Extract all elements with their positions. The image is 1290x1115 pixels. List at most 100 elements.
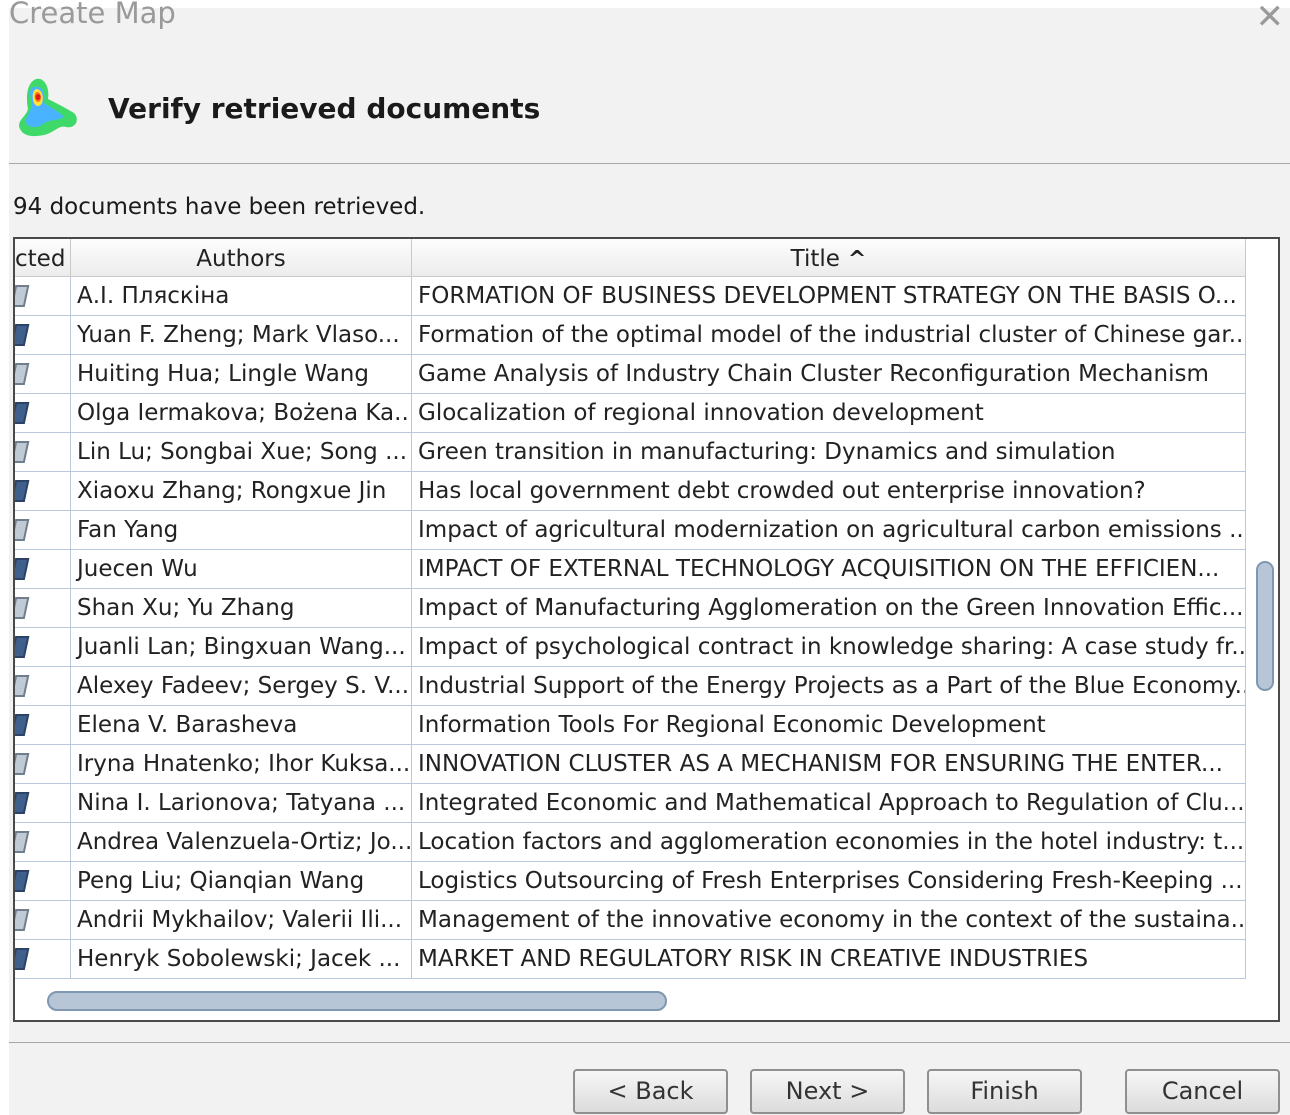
selected-checkbox[interactable] [15,441,30,463]
authors-cell: Nina I. Larionova; Tatyana ... [71,784,412,823]
selected-checkbox[interactable] [15,675,30,697]
authors-cell: Juecen Wu [71,550,412,589]
column-header-authors[interactable]: Authors [71,239,412,277]
authors-cell: Elena V. Barasheva [71,706,412,745]
selected-checkbox[interactable] [15,831,30,853]
horizontal-scrollbar-thumb[interactable] [47,991,667,1011]
selected-checkbox[interactable] [15,480,30,502]
selected-cell [15,433,71,472]
table-row[interactable]: Andrea Valenzuela-Ortiz; Jo... Location f… [15,823,1246,862]
next-button[interactable]: Next > [750,1069,905,1114]
title-cell: Impact of Manufacturing Agglomeration on… [412,589,1246,628]
selected-checkbox[interactable] [15,636,30,658]
table-row[interactable]: Huiting Hua; Lingle Wang Game Analysis of… [15,355,1246,394]
selected-cell [15,628,71,667]
authors-cell: Peng Liu; Qianqian Wang [71,862,412,901]
documents-table[interactable]: cted Authors Title ^ А.І. Пляскіна FORMATI… [13,237,1280,1022]
title-cell: IMPACT OF EXTERNAL TECHNOLOGY ACQUISITIO… [412,550,1246,589]
sort-ascending-icon: ^ [847,247,867,272]
finish-button[interactable]: Finish [927,1069,1082,1114]
selected-checkbox[interactable] [15,402,30,424]
title-cell: Impact of agricultural modernization on … [412,511,1246,550]
table-row[interactable]: Juecen Wu IMPACT OF EXTERNAL TECHNOLOGY A… [15,550,1246,589]
close-icon[interactable]: ✕ [1256,0,1285,34]
table-row[interactable]: Henryk Sobolewski; Jacek ... MARKET AND R… [15,940,1246,979]
selected-checkbox[interactable] [15,870,30,892]
title-cell: Industrial Support of the Energy Project… [412,667,1246,706]
selected-checkbox[interactable] [15,285,30,307]
selected-cell [15,901,71,940]
selected-checkbox[interactable] [15,597,30,619]
selected-checkbox[interactable] [15,948,30,970]
vertical-scrollbar-thumb[interactable] [1256,561,1274,691]
title-cell: Glocalization of regional innovation dev… [412,394,1246,433]
selected-cell [15,667,71,706]
table-row[interactable]: Xiaoxu Zhang; Rongxue Jin Has local gover… [15,472,1246,511]
table-row[interactable]: Fan Yang Impact of agricultural moderniza… [15,511,1246,550]
table-row[interactable]: Iryna Hnatenko; Ihor Kuksa... INNOVATION … [15,745,1246,784]
table-row[interactable]: Shan Xu; Yu Zhang Impact of Manufacturing… [15,589,1246,628]
table-row[interactable]: Peng Liu; Qianqian Wang Logistics Outsour… [15,862,1246,901]
column-header-title[interactable]: Title ^ [412,239,1246,277]
selected-cell [15,355,71,394]
title-cell: Formation of the optimal model of the in… [412,316,1246,355]
dialog-title: Create Map [9,0,176,30]
title-cell: Management of the innovative economy in … [412,901,1246,940]
table-row[interactable]: Elena V. Barasheva Information Tools For … [15,706,1246,745]
selected-cell [15,823,71,862]
selected-checkbox[interactable] [15,909,30,931]
table-header: cted Authors Title ^ [15,239,1246,277]
selected-checkbox[interactable] [15,324,30,346]
authors-cell: А.І. Пляскіна [71,277,412,316]
retrieved-count-text: 94 documents have been retrieved. [13,194,426,220]
title-cell: INNOVATION CLUSTER AS A MECHANISM FOR EN… [412,745,1246,784]
page-heading: Verify retrieved documents [108,92,541,125]
authors-cell: Juanli Lan; Bingxuan Wang... [71,628,412,667]
footer-divider [9,1042,1290,1043]
table-row[interactable]: Juanli Lan; Bingxuan Wang... Impact of ps… [15,628,1246,667]
table-body: А.І. Пляскіна FORMATION OF BUSINESS DEVEL… [15,277,1246,979]
back-button[interactable]: < Back [573,1069,728,1114]
title-cell: Integrated Economic and Mathematical App… [412,784,1246,823]
title-cell: Location factors and agglomeration econo… [412,823,1246,862]
selected-checkbox[interactable] [15,753,30,775]
selected-cell [15,394,71,433]
authors-cell: Fan Yang [71,511,412,550]
authors-cell: Yuan F. Zheng; Mark Vlaso... [71,316,412,355]
create-map-dialog: Create Map ✕ Verify retrieved documents … [9,0,1290,1115]
table-row[interactable]: Andrii Mykhailov; Valerii Ili... Manageme… [15,901,1246,940]
title-cell: FORMATION OF BUSINESS DEVELOPMENT STRATE… [412,277,1246,316]
authors-cell: Lin Lu; Songbai Xue; Song ... [71,433,412,472]
selected-checkbox[interactable] [15,792,30,814]
title-cell: Green transition in manufacturing: Dynam… [412,433,1246,472]
selected-cell [15,550,71,589]
selected-cell [15,706,71,745]
table-row[interactable]: А.І. Пляскіна FORMATION OF BUSINESS DEVEL… [15,277,1246,316]
table-row[interactable]: Yuan F. Zheng; Mark Vlaso... Formation of… [15,316,1246,355]
selected-checkbox[interactable] [15,519,30,541]
selected-cell [15,784,71,823]
selected-cell [15,589,71,628]
table-row[interactable]: Lin Lu; Songbai Xue; Song ... Green trans… [15,433,1246,472]
title-cell: Impact of psychological contract in know… [412,628,1246,667]
selected-cell [15,511,71,550]
selected-cell [15,745,71,784]
selected-checkbox[interactable] [15,714,30,736]
authors-cell: Andrii Mykhailov; Valerii Ili... [71,901,412,940]
authors-cell: Shan Xu; Yu Zhang [71,589,412,628]
cancel-button[interactable]: Cancel [1125,1069,1280,1114]
column-header-title-label: Title [790,246,840,272]
title-cell: Logistics Outsourcing of Fresh Enterpris… [412,862,1246,901]
table-row[interactable]: Nina I. Larionova; Tatyana ... Integrated… [15,784,1246,823]
authors-cell: Henryk Sobolewski; Jacek ... [71,940,412,979]
table-row[interactable]: Alexey Fadeev; Sergey S. V... Industrial … [15,667,1246,706]
authors-cell: Iryna Hnatenko; Ihor Kuksa... [71,745,412,784]
column-header-selected[interactable]: cted [15,239,71,277]
selected-cell [15,472,71,511]
title-cell: Game Analysis of Industry Chain Cluster … [412,355,1246,394]
authors-cell: Olga Iermakova; Bożena Ka... [71,394,412,433]
table-row[interactable]: Olga Iermakova; Bożena Ka... Glocalizatio… [15,394,1246,433]
selected-checkbox[interactable] [15,363,30,385]
vosviewer-heatmap-logo-icon [19,78,77,137]
selected-checkbox[interactable] [15,558,30,580]
